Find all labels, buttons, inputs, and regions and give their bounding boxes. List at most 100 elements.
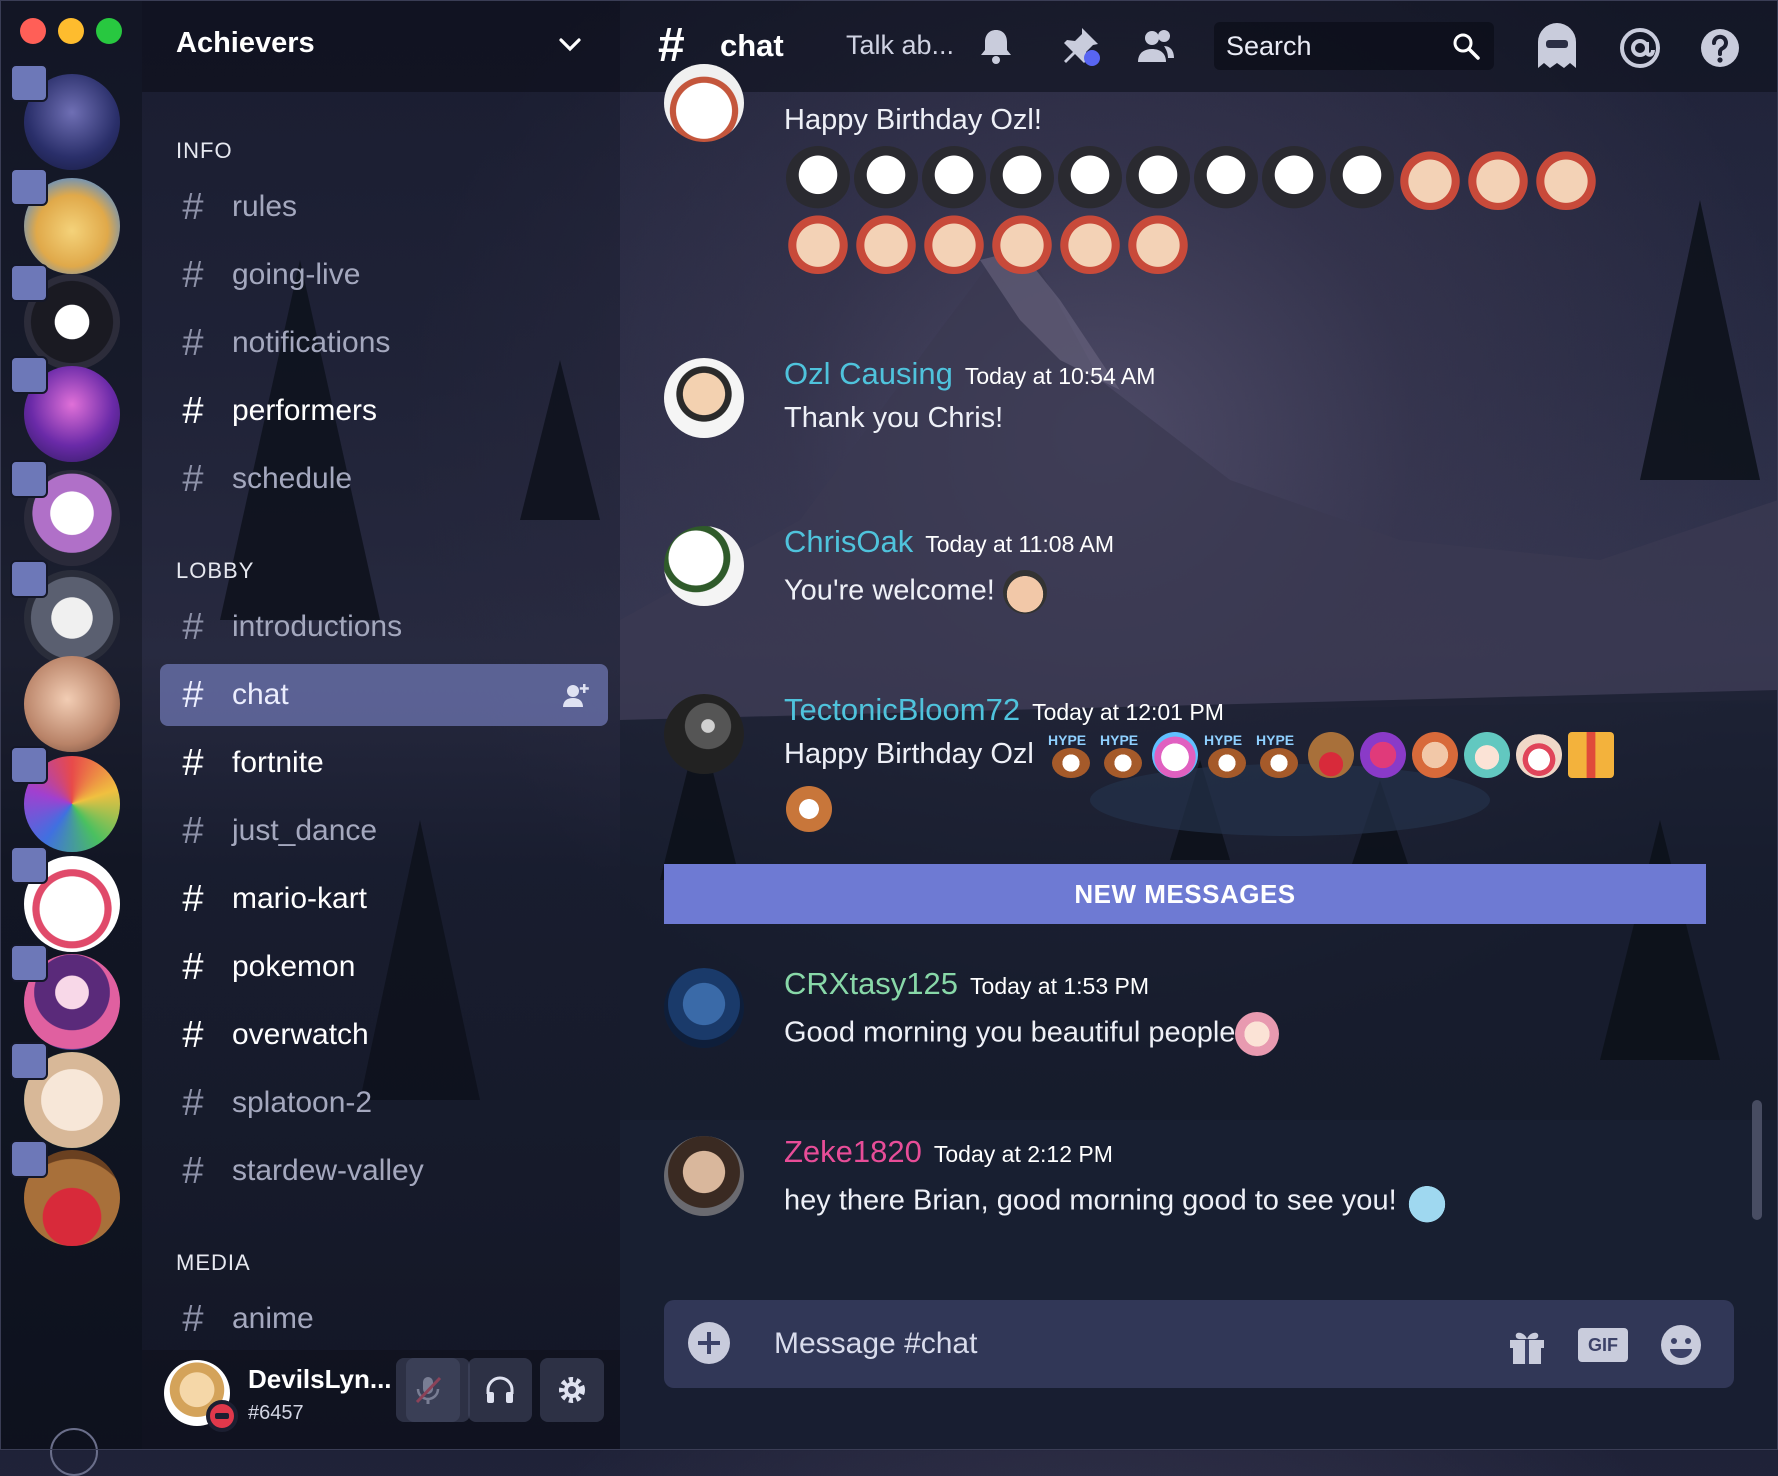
- unread-indicator: [10, 356, 48, 394]
- search-icon[interactable]: [1450, 30, 1482, 62]
- mention-icon[interactable]: [1616, 24, 1664, 72]
- hash-icon: #: [182, 185, 204, 228]
- chevron-down-icon: [559, 38, 581, 52]
- server-icon[interactable]: [10, 944, 140, 1054]
- channel-label: stardew-valley: [232, 1154, 424, 1187]
- hype-emote-icon: HYPE: [1100, 732, 1146, 778]
- channel-chat[interactable]: # chat: [160, 664, 608, 726]
- avatar[interactable]: [664, 1136, 744, 1216]
- unread-indicator: [10, 944, 48, 982]
- bell-icon[interactable]: [974, 24, 1018, 68]
- plus-icon: [698, 1332, 720, 1354]
- search-box[interactable]: [1214, 22, 1494, 70]
- pin-icon[interactable]: [1058, 24, 1102, 68]
- channel-label: splatoon-2: [232, 1086, 373, 1119]
- hype-emote-icon: HYPE: [1204, 732, 1250, 778]
- hype-label: HYPE: [1204, 732, 1243, 748]
- girl-heart-emote-icon: [1412, 732, 1458, 778]
- guild-header[interactable]: Achievers: [142, 0, 620, 92]
- emoji-icon[interactable]: [1658, 1322, 1704, 1368]
- server-icon[interactable]: [10, 1042, 140, 1152]
- avatar[interactable]: [664, 694, 744, 774]
- avatar[interactable]: [664, 968, 744, 1048]
- avatar[interactable]: [664, 64, 744, 142]
- message-header: Zeke1820 Today at 2:12 PM: [784, 1134, 1113, 1170]
- server-icon[interactable]: [50, 1428, 98, 1476]
- monster-emote-icon: [1360, 732, 1406, 778]
- face-emote-icon: [1058, 210, 1122, 274]
- server-icon[interactable]: [10, 646, 140, 756]
- search-input[interactable]: [1226, 30, 1446, 62]
- server-icon[interactable]: [10, 64, 140, 174]
- message-text: Happy Birthday Ozl: [784, 738, 1034, 771]
- category-lobby[interactable]: LOBBY: [176, 558, 254, 584]
- face-emote-icon: [990, 210, 1054, 274]
- server-icon[interactable]: [10, 356, 140, 466]
- timestamp: Today at 11:08 AM: [925, 531, 1115, 557]
- help-icon[interactable]: [1696, 24, 1744, 72]
- author-name[interactable]: TectonicBloom72: [784, 692, 1020, 727]
- new-messages-divider[interactable]: NEW MESSAGES: [664, 864, 1706, 924]
- add-member-icon[interactable]: [562, 682, 590, 708]
- server-icon[interactable]: [10, 1140, 140, 1250]
- gift-emote-icon: [1568, 732, 1614, 778]
- cake-emote-icon: [1516, 732, 1562, 778]
- author-name[interactable]: Ozl Causing: [784, 356, 953, 391]
- dog-emote-icon: [990, 146, 1054, 210]
- avatar[interactable]: [664, 526, 744, 606]
- author-name[interactable]: Zeke1820: [784, 1134, 922, 1169]
- channel-just-dance[interactable]: # just_dance: [160, 800, 608, 862]
- avatar[interactable]: [664, 358, 744, 438]
- channel-stardew-valley[interactable]: # stardew-valley: [160, 1140, 608, 1202]
- hash-icon: #: [182, 877, 204, 920]
- channel-sidebar: INFO # rules # going-live # notifications #…: [142, 0, 620, 1450]
- hype-emote-icon: HYPE: [1048, 732, 1094, 778]
- hype-label: HYPE: [1256, 732, 1295, 748]
- channel-pokemon[interactable]: # pokemon: [160, 936, 608, 998]
- scrollbar[interactable]: [1752, 1100, 1762, 1220]
- channel-mario-kart[interactable]: # mario-kart: [160, 868, 608, 930]
- hype-label: HYPE: [1048, 732, 1087, 748]
- hash-icon: #: [182, 1149, 204, 1192]
- emoji-row: [786, 146, 1598, 210]
- minimize-window-button[interactable]: [58, 18, 84, 44]
- channel-introductions[interactable]: # introductions: [160, 596, 608, 658]
- emoji-row: HYPE HYPE HYPE HYPE: [1048, 732, 1614, 778]
- server-icon[interactable]: [10, 460, 140, 570]
- maximize-window-button[interactable]: [96, 18, 122, 44]
- channel-overwatch[interactable]: # overwatch: [160, 1004, 608, 1066]
- message-body: hey there Brian, good morning good to se…: [784, 1184, 1397, 1217]
- server-icon[interactable]: [10, 168, 140, 278]
- server-icon[interactable]: [10, 746, 140, 856]
- dog-emote-icon: [1126, 146, 1190, 210]
- channel-topic[interactable]: Talk ab...: [846, 30, 954, 61]
- deafen-button-spacer: [406, 1358, 470, 1422]
- channel-label: overwatch: [232, 1018, 369, 1051]
- author-name[interactable]: ChrisOak: [784, 524, 913, 559]
- user-settings-button[interactable]: [540, 1358, 604, 1422]
- members-icon[interactable]: [1134, 24, 1178, 68]
- channel-anime[interactable]: # anime: [160, 1288, 608, 1350]
- channel-splatoon-2[interactable]: # splatoon-2: [160, 1072, 608, 1134]
- channel-title: chat: [720, 28, 784, 63]
- hash-icon: #: [182, 809, 204, 852]
- channel-rules[interactable]: # rules: [160, 176, 608, 238]
- category-media[interactable]: MEDIA: [176, 1250, 251, 1276]
- message-header: CRXtasy125 Today at 1:53 PM: [784, 966, 1149, 1002]
- category-info[interactable]: INFO: [176, 138, 233, 164]
- upload-button[interactable]: [688, 1322, 730, 1364]
- channel-going-live[interactable]: # going-live: [160, 244, 608, 306]
- server-icon[interactable]: [10, 846, 140, 956]
- gif-icon[interactable]: GIF: [1578, 1328, 1628, 1362]
- hash-icon: #: [182, 389, 204, 432]
- ghost-icon[interactable]: [1530, 18, 1584, 72]
- channel-schedule[interactable]: # schedule: [160, 448, 608, 510]
- close-window-button[interactable]: [20, 18, 46, 44]
- deafen-button[interactable]: [468, 1358, 532, 1422]
- gift-icon[interactable]: [1504, 1322, 1550, 1368]
- channel-performers[interactable]: # performers: [160, 380, 608, 442]
- author-name[interactable]: CRXtasy125: [784, 966, 958, 1001]
- channel-notifications[interactable]: # notifications: [160, 312, 608, 374]
- channel-fortnite[interactable]: # fortnite: [160, 732, 608, 794]
- message-input[interactable]: [774, 1324, 1374, 1364]
